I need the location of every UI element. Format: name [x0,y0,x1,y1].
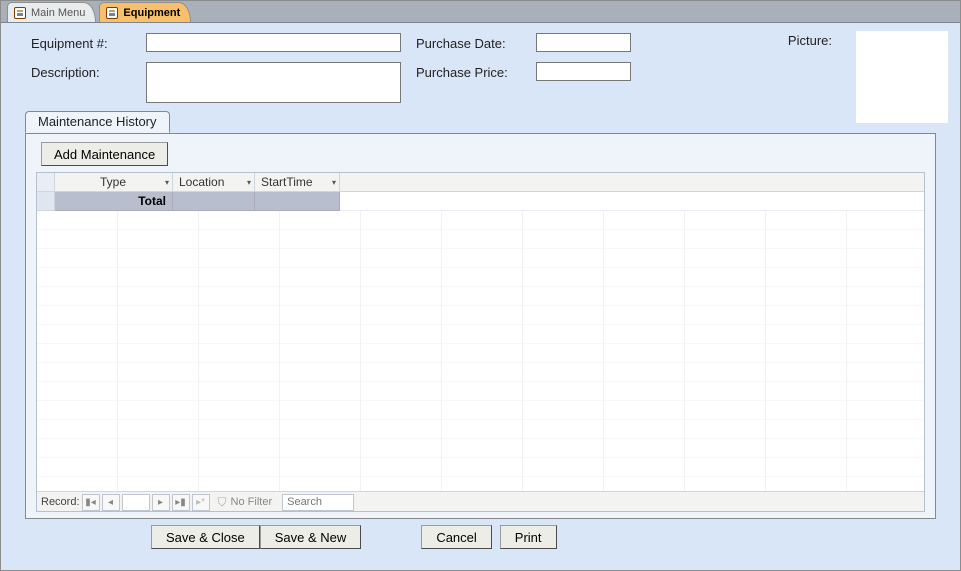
nav-current-record[interactable] [122,494,150,511]
nav-last-button[interactable]: ▸▮ [172,494,190,511]
chevron-down-icon[interactable]: ▾ [332,178,336,187]
column-header-starttime[interactable]: StartTime▾ [255,173,340,192]
purchase-price-label: Purchase Price: [416,62,536,80]
filter-icon: ⛉ [218,495,227,510]
column-header-location[interactable]: Location▾ [173,173,255,192]
column-header-type[interactable]: Type▾ [55,173,173,192]
form-icon [106,7,118,19]
filter-indicator[interactable]: ⛉ No Filter [218,495,273,510]
filter-label: No Filter [231,496,273,508]
tab-equipment[interactable]: Equipment [99,2,191,22]
cancel-button[interactable]: Cancel [421,525,491,549]
document-tabstrip: Main Menu Equipment [1,1,960,23]
save-close-button[interactable]: Save & Close [151,525,260,549]
picture-box[interactable] [856,31,948,123]
grid-total-row: Total [37,192,924,211]
subform-tabs: Maintenance History [25,111,936,133]
tab-maintenance-history-label: Maintenance History [38,114,157,129]
maintenance-history-panel: Add Maintenance Type▾ Location▾ StartTim… [25,133,936,519]
grid-empty-rows[interactable] [37,211,924,491]
add-maintenance-button[interactable]: Add Maintenance [41,142,168,166]
form-icon [14,7,26,19]
purchase-date-label: Purchase Date: [416,33,536,51]
equipment-number-label: Equipment #: [31,33,146,51]
total-cell-type: Total [55,192,173,211]
row-selector[interactable] [37,192,55,211]
chevron-down-icon[interactable]: ▾ [165,178,169,187]
purchase-price-input[interactable] [536,62,631,81]
picture-label: Picture: [788,33,832,48]
tab-main-menu-label: Main Menu [31,7,85,19]
maintenance-grid: Type▾ Location▾ StartTime▾ Total [36,172,925,512]
form-body: Equipment #: Purchase Date: Picture: Des… [1,23,960,103]
grid-header: Type▾ Location▾ StartTime▾ [37,173,924,192]
nav-first-button[interactable]: ▮◂ [82,494,100,511]
tab-main-menu[interactable]: Main Menu [7,2,96,22]
nav-prev-button[interactable]: ◂ [102,494,120,511]
nav-next-button[interactable]: ▸ [152,494,170,511]
column-header-empty [340,173,924,192]
print-button[interactable]: Print [500,525,557,549]
description-input[interactable] [146,62,401,103]
grid-search-input[interactable] [282,494,354,511]
chevron-down-icon[interactable]: ▾ [247,178,251,187]
nav-new-button[interactable]: ▸* [192,494,210,511]
grid-select-all[interactable] [37,173,55,192]
footer-buttons: Save & Close Save & New Cancel Print [1,525,960,549]
add-maintenance-label: Add Maintenance [54,147,155,162]
total-cell-location [173,192,255,211]
purchase-date-input[interactable] [536,33,631,52]
save-new-button[interactable]: Save & New [260,525,362,549]
total-cell-starttime [255,192,340,211]
equipment-number-input[interactable] [146,33,401,52]
record-navigator: Record: ▮◂ ◂ ▸ ▸▮ ▸* ⛉ No Filter [37,491,924,512]
record-label: Record: [41,496,80,508]
tab-equipment-label: Equipment [123,7,180,19]
tab-maintenance-history[interactable]: Maintenance History [25,111,170,133]
description-label: Description: [31,62,146,80]
